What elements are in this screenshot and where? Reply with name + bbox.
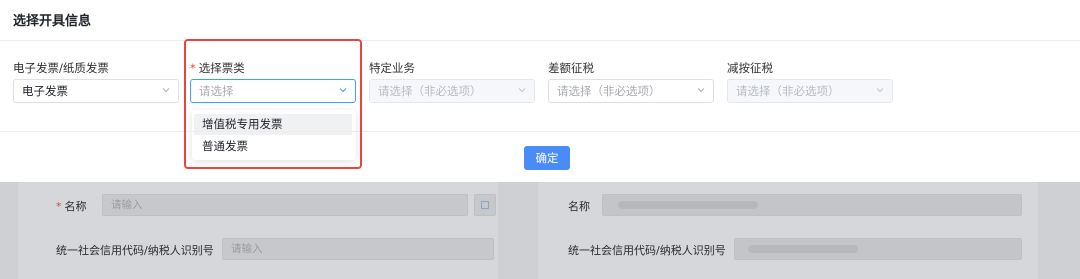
invoice-medium-value: 电子发票 (22, 84, 68, 98)
search-icon (474, 194, 496, 216)
confirm-button[interactable]: 确定 (524, 146, 570, 170)
seller-card: 名称 统一社会信用代码/纳税人识别号 (538, 182, 1038, 279)
reduced-tax-select[interactable]: 请选择（非必选项） (727, 79, 893, 103)
blurred-text (748, 245, 858, 253)
invoice-info-dialog: 选择开具信息 电子发票/纸质发票 电子发票 * 选择票类 请选择 特定业务 请选择… (0, 0, 1080, 182)
bg-name-input: 请输入 (102, 194, 468, 216)
blurred-text (618, 201, 758, 209)
bg-name-label: * 名称 (56, 198, 87, 214)
reduced-tax-placeholder: 请选择（非必选项） (736, 84, 840, 98)
footer-divider (0, 131, 1080, 132)
field-label-reduced-tax: 减按征税 (727, 61, 773, 75)
difference-tax-placeholder: 请选择（非必选项） (557, 84, 661, 98)
buyer-card: * 名称 请输入 统一社会信用代码/纳税人识别号 请输入 (18, 182, 498, 279)
chevron-down-icon (162, 87, 170, 94)
chevron-down-icon (697, 87, 705, 94)
difference-tax-select[interactable]: 请选择（非必选项） (548, 79, 714, 103)
bg-name-label-text: 名称 (64, 200, 87, 213)
title-divider (0, 40, 1080, 41)
bg-seller-taxid-label: 统一社会信用代码/纳税人识别号 (568, 244, 726, 257)
bg-taxid-input: 请输入 (222, 238, 494, 260)
highlight-annotation-box (184, 39, 362, 169)
bg-taxid-label: 统一社会信用代码/纳税人识别号 (56, 244, 214, 257)
field-label-invoice-medium: 电子发票/纸质发票 (13, 61, 109, 75)
field-label-special-business: 特定业务 (369, 61, 415, 75)
invoice-medium-select[interactable]: 电子发票 (13, 79, 179, 103)
special-business-select[interactable]: 请选择（非必选项） (369, 79, 535, 103)
bg-seller-name-label: 名称 (568, 200, 590, 213)
special-business-placeholder: 请选择（非必选项） (378, 84, 482, 98)
field-label-difference-tax: 差额征税 (548, 61, 594, 75)
chevron-down-icon (876, 87, 884, 94)
dialog-title: 选择开具信息 (13, 14, 92, 29)
background-overlay: * 名称 请输入 统一社会信用代码/纳税人识别号 请输入 名称 统一社会信用代码/… (0, 182, 1080, 279)
required-mark: * (56, 200, 62, 213)
chevron-down-icon (518, 87, 526, 94)
